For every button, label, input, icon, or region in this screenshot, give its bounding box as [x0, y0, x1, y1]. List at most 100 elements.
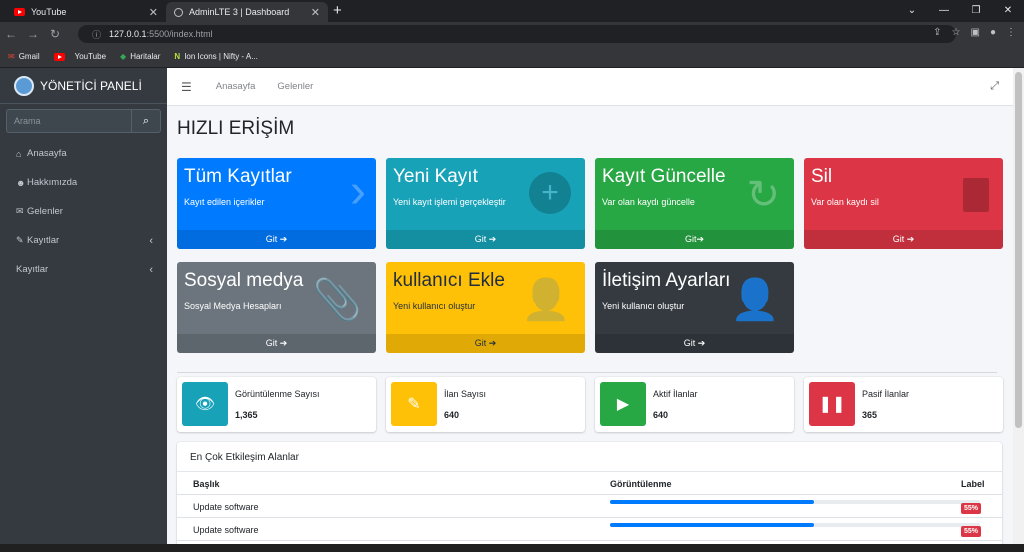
hamburger-icon[interactable]: ☰	[181, 80, 192, 94]
table-row: Update software 55%	[177, 495, 1002, 518]
play-icon: ▶	[600, 382, 646, 426]
column-header: Label	[961, 479, 985, 489]
maps-icon: ◆	[120, 52, 127, 61]
sidebar-item-label: Kayıtlar	[27, 235, 60, 246]
search-button[interactable]: ⌕	[131, 109, 161, 133]
sidebar-item-gelenler[interactable]: ✉ Gelenler	[0, 197, 167, 226]
top-interactions-card: En Çok Etkileşim Alanlar Başlık Görüntül…	[177, 442, 1002, 544]
card-title: Kayıt Güncelle	[602, 166, 726, 187]
menu-icon[interactable]: ⋮	[1006, 27, 1016, 38]
divider	[177, 372, 997, 373]
card-text: Yeni kullanıcı oluştur	[602, 301, 685, 311]
sidebar-item-label: Anasayfa	[27, 148, 67, 159]
bookmark-youtube[interactable]: YouTube	[53, 52, 107, 61]
brand-logo	[14, 75, 34, 96]
nav-link-gelenler[interactable]: Gelenler	[277, 81, 313, 92]
chevron-left-icon: ‹	[149, 234, 153, 247]
card-title: Tüm Kayıtlar	[184, 166, 292, 187]
percent-badge: 55%	[961, 526, 982, 537]
card-footer-link[interactable]: Git ➔	[804, 230, 1003, 249]
info-box-label: İlan Sayısı	[444, 389, 487, 399]
progress-fill	[610, 500, 814, 504]
taskbar	[0, 544, 1024, 552]
card-text: Yeni kayıt işlemi gerçekleştir	[393, 197, 506, 207]
close-tab-icon[interactable]: ✕	[149, 6, 158, 19]
info-box-views: 👁 Görüntülenme Sayısı 1,365	[177, 377, 376, 432]
trash-icon	[963, 178, 989, 212]
home-icon: ⌂	[16, 148, 22, 159]
search-input[interactable]	[6, 109, 131, 133]
progress-bar	[610, 523, 980, 527]
maximize-icon[interactable]: ❐	[960, 0, 992, 22]
info-box-label: Pasif İlanlar	[862, 389, 910, 399]
table-row: Update software 55%	[177, 518, 1002, 541]
bookmark-gmail[interactable]: ✉ Gmail	[8, 52, 40, 61]
column-header: Başlık	[193, 479, 220, 489]
forward-icon[interactable]: →	[22, 27, 44, 41]
percent-badge: 55%	[961, 503, 982, 514]
sidebar-item-anasayfa[interactable]: ⌂ Anasayfa	[0, 139, 167, 168]
info-box-value: 640	[444, 410, 460, 420]
tab-strip: YouTube ✕ AdminLTE 3 | Dashboard ✕ + ⌄ — ❐ ✕	[0, 0, 1024, 22]
eye-icon: 👁	[182, 382, 228, 426]
card-title: İletişim Ayarları	[602, 270, 731, 291]
close-window-icon[interactable]: ✕	[992, 0, 1024, 22]
info-icon[interactable]: ⓘ	[92, 28, 101, 41]
card-title: Yeni Kayıt	[393, 166, 478, 187]
tab-adminlte[interactable]: AdminLTE 3 | Dashboard ✕	[166, 2, 328, 22]
url-path: :5500/index.html	[146, 29, 213, 39]
card-title: Sil	[811, 166, 833, 187]
nifty-icon: N	[174, 52, 181, 61]
row-title: Update software	[193, 525, 259, 535]
card-footer-link[interactable]: Git ➔	[595, 334, 794, 353]
star-icon[interactable]: ☆	[952, 27, 961, 38]
card-yeni-kayit: Yeni Kayıt Yeni kayıt işlemi gerçekleşti…	[386, 158, 585, 249]
url-bar[interactable]: ⓘ 127.0.0.1:5500/index.html	[78, 25, 956, 43]
sidebar-item-label: Kayıtlar	[16, 264, 49, 275]
sidebar-item-hakkimizda[interactable]: ☻ Hakkımızda	[0, 168, 167, 197]
pencil-icon: ✎	[16, 235, 24, 245]
new-tab-button[interactable]: +	[333, 2, 342, 19]
scrollbar[interactable]	[1013, 68, 1024, 544]
card-tum-kayitlar: Tüm Kayıtlar Kayıt edilen içerikler › Gi…	[177, 158, 376, 249]
reload-icon[interactable]: ↻	[44, 27, 66, 41]
bookmark-ionicons[interactable]: N Ion Icons | Nifty - A...	[174, 52, 257, 61]
fullscreen-icon[interactable]: ⤢	[990, 80, 999, 93]
sidebar-toggle-icon[interactable]: ▣	[971, 27, 980, 38]
close-tab-icon[interactable]: ✕	[311, 6, 320, 19]
sidebar-item-kayitlar[interactable]: ✎ Kayıtlar ‹	[0, 226, 167, 255]
tab-search-icon[interactable]: ⌄	[896, 0, 928, 22]
bookmark-label: YouTube	[74, 52, 107, 61]
card-footer-link[interactable]: Git ➔	[386, 334, 585, 353]
back-icon[interactable]: ←	[0, 27, 22, 41]
card-footer-link[interactable]: Git➔	[595, 230, 794, 249]
profile-avatar[interactable]: ●	[990, 27, 996, 38]
card-footer-link[interactable]: Git ➔	[386, 230, 585, 249]
nav-link-anasayfa[interactable]: Anasayfa	[216, 81, 256, 92]
card-text: Var olan kaydı güncelle	[602, 197, 695, 207]
scrollbar-thumb[interactable]	[1015, 72, 1022, 428]
card-footer-link[interactable]: Git ➔	[177, 230, 376, 249]
card-kullanici-ekle: kullanıcı Ekle Yeni kullanıcı oluştur 👤 …	[386, 262, 585, 353]
sidebar: YÖNETİCİ PANELİ ⌕ ⌂Anasayfa ☻Hakkımızda …	[0, 68, 167, 544]
plus-circle-icon: +	[529, 172, 571, 214]
tab-youtube[interactable]: YouTube ✕	[6, 2, 166, 22]
info-box-value: 640	[653, 410, 669, 420]
users-icon: ☻	[16, 177, 26, 188]
card-footer-link[interactable]: Git ➔	[177, 334, 376, 353]
minimize-icon[interactable]: —	[928, 0, 960, 22]
card-text: Sosyal Medya Hesapları	[184, 301, 282, 311]
brand-link[interactable]: YÖNETİCİ PANELİ	[0, 68, 167, 104]
top-navbar: ☰ Anasayfa Gelenler ⤢	[167, 68, 1013, 106]
share-icon[interactable]: ⇪	[933, 27, 941, 38]
bookmarks-bar: ✉ Gmail YouTube ◆ Haritalar N Ion Icons | N…	[0, 46, 1024, 68]
globe-icon	[174, 7, 183, 17]
bookmark-maps[interactable]: ◆ Haritalar	[120, 52, 160, 61]
card-title: En Çok Etkileşim Alanlar	[177, 442, 1002, 472]
address-bar-row: ← → ↻ ⓘ 127.0.0.1:5500/index.html ⇪ ☆ ▣ ● ⋮	[0, 22, 1024, 46]
chevron-left-icon: ‹	[149, 263, 153, 276]
sidebar-search: ⌕	[6, 109, 161, 133]
card-text: Var olan kaydı sil	[811, 197, 879, 207]
window-controls: ⌄ — ❐ ✕	[896, 0, 1024, 22]
sidebar-item-kayitlar-2[interactable]: Kayıtlar ‹	[0, 255, 167, 284]
